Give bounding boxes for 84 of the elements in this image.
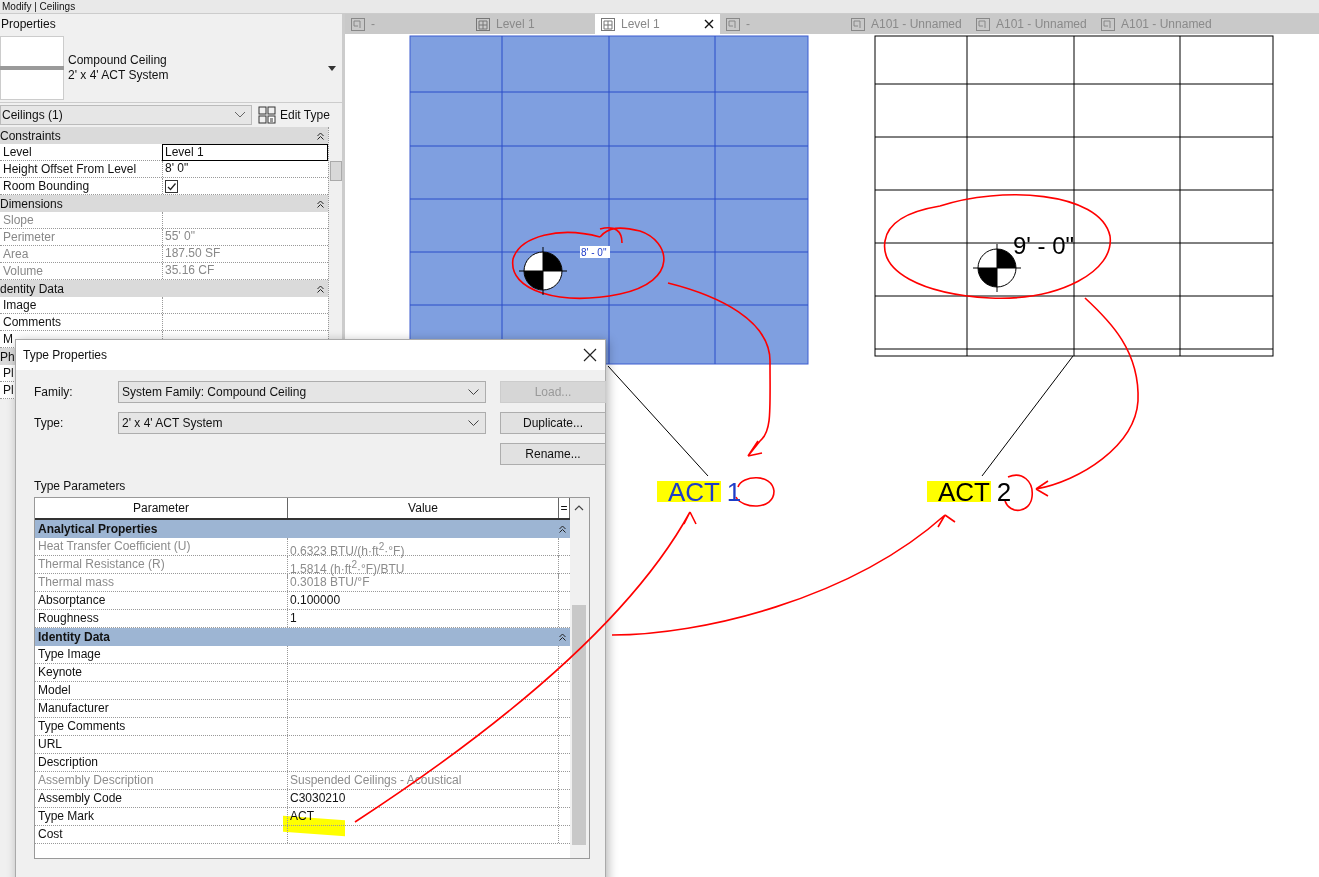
parameter-name: Type Image <box>38 647 101 661</box>
ceiling-tag[interactable]: ACT 1 <box>668 477 742 507</box>
instance-filter-dropdown[interactable]: Ceilings (1) <box>0 105 252 125</box>
parameter-name: Type Comments <box>38 719 126 733</box>
property-label: Pl <box>2 382 14 398</box>
floor-plan-icon <box>976 17 990 31</box>
parameter-name: Assembly Description <box>38 773 154 787</box>
parameter-value[interactable]: 1 <box>290 611 297 625</box>
view-tab[interactable]: Level 1 <box>595 14 720 34</box>
checkbox[interactable] <box>165 180 178 193</box>
column-header[interactable]: Parameter <box>35 498 288 518</box>
parameter-name: Heat Transfer Coefficient (U) <box>38 539 191 553</box>
property-label: Comments <box>2 314 61 330</box>
collapse-icon[interactable] <box>317 131 324 140</box>
group-header[interactable]: dentity Data <box>0 280 328 297</box>
close-icon[interactable] <box>583 348 597 362</box>
parameter-name: Cost <box>38 827 63 841</box>
parameter-name: Assembly Code <box>38 791 123 805</box>
parameter-name: Absorptance <box>38 593 106 607</box>
parameter-value[interactable]: 0.100000 <box>290 593 341 607</box>
highlighter-mark <box>657 481 721 502</box>
group-header[interactable]: Constraints <box>0 127 328 144</box>
chevron-down-icon <box>468 419 479 427</box>
property-label: Room Bounding <box>2 178 90 195</box>
property-label: Perimeter <box>2 229 55 245</box>
ceiling-plan-icon <box>601 17 615 31</box>
chevron-down-icon <box>468 388 479 396</box>
parameter-name: Thermal Resistance (R) <box>38 557 165 571</box>
edit-type-button[interactable]: Edit Type <box>256 106 332 124</box>
section-label: Type Parameters <box>34 479 127 495</box>
floor-plan-icon <box>351 17 365 31</box>
highlighter-mark <box>927 481 991 502</box>
context-tab-label: Modify | Ceilings <box>1 0 76 13</box>
parameter-name: Type Mark <box>38 809 94 823</box>
parameter-name: URL <box>38 737 62 751</box>
chevron-down-icon <box>235 112 245 118</box>
property-label: Slope <box>2 212 34 228</box>
property-label: Area <box>2 246 29 262</box>
collapse-icon[interactable] <box>559 633 566 641</box>
parameter-name: Thermal mass <box>38 575 114 589</box>
column-header[interactable]: Value <box>288 498 559 518</box>
selected-ceiling[interactable] <box>409 35 809 365</box>
parameter-name: Description <box>38 755 99 769</box>
property-label: Level <box>2 144 32 161</box>
type-selector[interactable]: Compound Ceiling 2' x 4' ACT System <box>0 34 342 103</box>
scroll-up-icon[interactable] <box>574 504 584 511</box>
parameter-name: Keynote <box>38 665 83 679</box>
parameter-name: Model <box>38 683 71 697</box>
elevation-symbol-icon <box>518 246 568 296</box>
caret-icon <box>328 65 336 71</box>
ceiling-tag[interactable]: ACT 2 <box>938 477 1012 507</box>
property-label: Pl <box>2 365 14 381</box>
floor-plan-icon <box>726 17 740 31</box>
dialog-button[interactable]: Rename... <box>500 443 606 465</box>
panel-title: Properties <box>0 16 57 33</box>
type-family: Compound Ceiling <box>68 53 168 68</box>
property-value[interactable]: Level 1 <box>162 144 328 161</box>
dialog-title: Type Properties <box>23 348 108 362</box>
type-properties-icon <box>258 106 276 124</box>
collapse-icon[interactable] <box>559 525 566 533</box>
type-name: 2' x 4' ACT System <box>68 68 170 83</box>
group-header[interactable]: Identity Data <box>35 628 570 646</box>
floor-plan-icon <box>1101 17 1115 31</box>
property-label: Volume <box>2 263 44 279</box>
parameter-name: Manufacturer <box>38 701 109 715</box>
ceiling-plan-icon <box>476 17 490 31</box>
dropdown-field[interactable]: 2' x 4' ACT System <box>118 412 486 434</box>
floor-plan-icon <box>851 17 865 31</box>
parameter-name: Roughness <box>38 611 99 625</box>
dialog-button[interactable]: Duplicate... <box>500 412 606 434</box>
collapse-icon[interactable] <box>317 284 324 293</box>
group-header[interactable]: Analytical Properties <box>35 520 570 538</box>
ceiling-grid[interactable] <box>874 35 1274 357</box>
close-icon[interactable] <box>704 19 714 29</box>
group-header[interactable]: Dimensions <box>0 195 328 212</box>
property-label: Height Offset From Level <box>2 161 137 177</box>
height-label: 9' - 0" <box>1013 232 1075 259</box>
property-label: Image <box>2 297 37 313</box>
field-label: Family: <box>34 385 74 399</box>
parameter-value[interactable]: C3030210 <box>290 791 346 805</box>
property-label: M <box>2 331 13 347</box>
field-label: Type: <box>34 416 65 430</box>
dropdown-field[interactable]: System Family: Compound Ceiling <box>118 381 486 403</box>
collapse-icon[interactable] <box>317 199 324 208</box>
